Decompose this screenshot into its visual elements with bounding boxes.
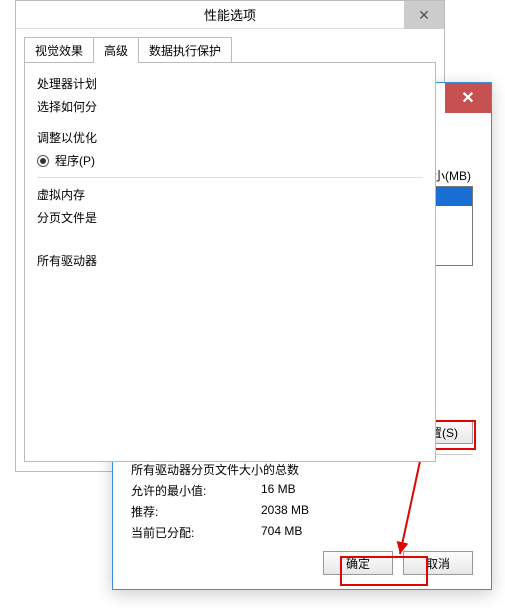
close-icon[interactable]: ✕: [445, 83, 491, 113]
processor-select-label: 选择如何分: [37, 98, 423, 115]
close-icon[interactable]: ✕: [404, 1, 444, 29]
performance-options-title: 性能选项: [204, 5, 256, 24]
virtual-memory-heading: 虚拟内存: [37, 186, 423, 203]
tab-visual-effects[interactable]: 视觉效果: [24, 37, 94, 63]
performance-options-titlebar: 性能选项 ✕: [16, 1, 444, 29]
all-drives-label: 所有驱动器: [37, 252, 423, 269]
tab-body: 处理器计划 选择如何分 调整以优化 程序(P) 虚拟内存 分页文件是 所有驱动器: [24, 62, 436, 462]
recommended-label: 推荐:: [131, 503, 261, 520]
radio-programs-label: 程序(P): [55, 152, 95, 169]
ok-button[interactable]: 确定: [323, 551, 393, 575]
current-value: 704 MB: [261, 524, 302, 541]
totals-heading: 所有驱动器分页文件大小的总数: [131, 461, 473, 478]
cancel-button[interactable]: 取消: [403, 551, 473, 575]
pagefile-is-label: 分页文件是: [37, 209, 423, 226]
tabs: 视觉效果 高级 数据执行保护: [16, 29, 444, 63]
adjust-label: 调整以优化: [37, 129, 423, 146]
recommended-value: 2038 MB: [261, 503, 309, 520]
min-allowed-value: 16 MB: [261, 482, 296, 499]
performance-options-dialog: 性能选项 ✕ 视觉效果 高级 数据执行保护 处理器计划 选择如何分 调整以优化 …: [15, 0, 445, 472]
current-label: 当前已分配:: [131, 524, 261, 541]
tab-advanced[interactable]: 高级: [93, 37, 139, 63]
processor-scheduling-heading: 处理器计划: [37, 75, 423, 92]
min-allowed-label: 允许的最小值:: [131, 482, 261, 499]
tab-dep[interactable]: 数据执行保护: [138, 37, 232, 63]
radio-programs[interactable]: [37, 155, 49, 167]
